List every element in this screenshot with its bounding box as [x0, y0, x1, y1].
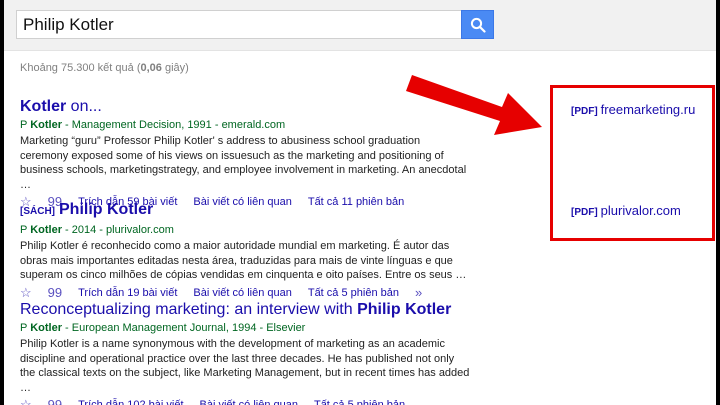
quote-icon[interactable]: 99 [48, 397, 62, 405]
annotation-arrow-icon [406, 75, 542, 135]
scholar-results-page: Philip Kotler Khoảng 75.300 kết quả (0,0… [4, 0, 716, 405]
star-icon[interactable]: ☆ [20, 397, 32, 405]
search-button[interactable] [461, 10, 494, 39]
result-title[interactable]: Reconceptualizing marketing: an intervie… [20, 300, 470, 320]
result-actions: ☆ 99 Trích dẫn 19 bài viết Bài viết có l… [20, 285, 470, 301]
search-bar: Philip Kotler [4, 0, 716, 51]
more-icon[interactable]: » [415, 285, 422, 301]
star-icon[interactable]: ☆ [20, 285, 32, 301]
all-versions-link[interactable]: Tất cả 5 phiên bản [308, 285, 399, 301]
pdf-link-freemarketing[interactable]: [PDF] freemarketing.ru [571, 102, 695, 117]
result-meta: P Kotler - 2014 - plurivalor.com [20, 224, 174, 236]
cited-by-link[interactable]: Trích dẫn 102 bài viết [78, 397, 183, 405]
result-title[interactable]: [SÁCH] Philip Kotler [20, 200, 470, 222]
result-item: [SÁCH] Philip Kotler P Kotler - 2014 - pl… [20, 200, 470, 301]
cited-by-link[interactable]: Trích dẫn 19 bài viết [78, 285, 177, 301]
result-snippet: Philip Kotler é reconhecido como a maior… [20, 240, 467, 281]
result-actions: ☆ 99 Trích dẫn 102 bài viết Bài viết có … [20, 397, 470, 405]
result-item: Reconceptualizing marketing: an intervie… [20, 300, 470, 405]
search-input[interactable]: Philip Kotler [16, 10, 462, 39]
result-snippet: Philip Kotler is a name synonymous with … [20, 338, 470, 394]
result-meta: P Kotler - European Management Journal, … [20, 322, 306, 334]
related-articles-link[interactable]: Bài viết có liên quan [193, 285, 291, 301]
pdf-links-highlight: [PDF] freemarketing.ru [PDF] plurivalor.co… [550, 85, 715, 241]
result-stats: Khoảng 75.300 kết quả (0,06 giây) [20, 62, 189, 74]
related-articles-link[interactable]: Bài viết có liên quan [200, 397, 298, 405]
all-versions-link[interactable]: Tất cả 5 phiên bản [314, 397, 405, 405]
pdf-link-plurivalor[interactable]: [PDF] plurivalor.com [571, 203, 681, 218]
quote-icon[interactable]: 99 [48, 285, 62, 301]
book-tag: [SÁCH] [20, 206, 55, 217]
search-icon [470, 17, 486, 33]
result-snippet: Marketing “guru” Professor Philip Kotler… [20, 135, 467, 191]
